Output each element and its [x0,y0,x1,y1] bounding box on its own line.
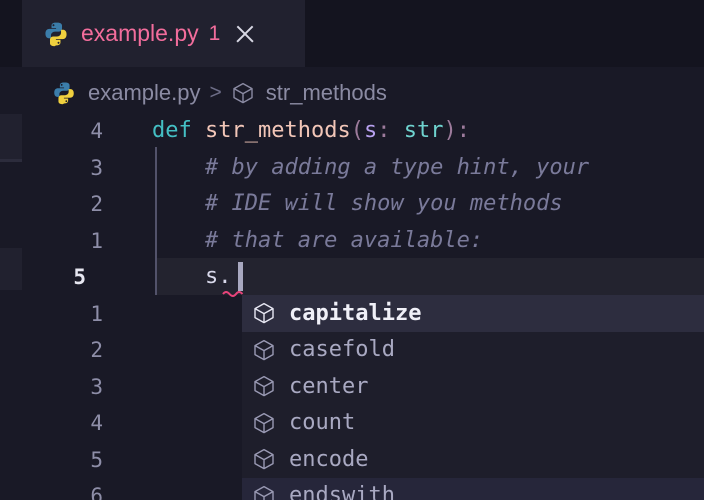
line-number: 2 [90,192,103,216]
breadcrumb: example.py > str_methods [52,76,387,110]
autocomplete-item[interactable]: count [242,405,704,442]
code-token: ( [350,118,364,143]
autocomplete-item[interactable]: center [242,368,704,405]
autocomplete-item[interactable]: casefold [242,332,704,369]
autocomplete-item[interactable]: capitalize [242,295,704,332]
code-text: # that are available: [152,223,483,260]
text-cursor [238,262,243,291]
autocomplete-item-label: center [289,373,369,399]
line-number: 3 [90,374,103,399]
code-token: def [152,118,192,143]
close-icon[interactable] [234,23,256,45]
autocomplete-item-label: endswith [289,483,395,500]
cube-icon [233,82,253,104]
code-line[interactable]: 3 # by adding a type hint, your [0,150,704,187]
cube-icon [254,412,274,434]
autocomplete-item-label: count [289,410,356,436]
code-token: # by adding a type hint, your [152,154,590,180]
code-text: def str_methods(s: str): [152,113,470,150]
python-icon [45,22,67,46]
line-number: 4 [90,119,103,143]
cube-icon [254,485,274,500]
line-number: 3 [90,155,103,180]
code-token: # IDE will show you methods [152,191,563,216]
autocomplete-item[interactable]: encode [242,441,704,478]
line-number: 1 [90,228,103,253]
breadcrumb-file[interactable]: example.py [88,80,201,106]
tab-problem-count-badge: 1 [208,21,221,45]
cube-icon [254,303,274,324]
code-line[interactable]: 1 # that are available: [0,223,704,260]
editor-tab-bar: example.py 1 [0,0,704,67]
cube-icon [254,339,274,361]
code-line[interactable]: 2 # IDE will show you methods [0,186,704,223]
code-token: s [363,118,378,143]
python-icon [54,82,74,105]
line-number: 1 [90,301,103,326]
code-token: : [377,118,404,143]
code-editor-window: example.py 1 example.py > str_methods 4 d… [0,0,704,500]
code-text: # by adding a type hint, your [152,150,589,187]
cube-icon [254,449,274,470]
code-text: s. [152,259,232,296]
line-number: 2 [90,338,103,362]
code-line[interactable]: 4 def str_methods(s: str): [0,113,704,150]
code-text: # IDE will show you methods [152,186,563,223]
autocomplete-popup[interactable]: capitalize casefold center count encode endsw… [242,295,704,500]
cube-icon [254,376,274,397]
breadcrumb-symbol[interactable]: str_methods [266,80,387,106]
code-line[interactable]: 5 s. [0,259,704,296]
autocomplete-item-label: casefold [289,337,395,363]
line-number-current: 5 [73,265,86,289]
line-number: 4 [90,411,103,435]
tab-example-py[interactable]: example.py 1 [22,0,305,67]
line-number: 5 [90,447,103,472]
autocomplete-item[interactable]: endswith [242,477,704,500]
autocomplete-item-label: encode [289,446,369,472]
code-token: str [403,118,444,143]
code-token: # that are available: [152,227,484,253]
chevron-right-icon: > [209,81,222,104]
autocomplete-item-label: capitalize [289,300,422,326]
error-squiggle-icon [222,291,244,297]
tab-filename-label: example.py [81,20,199,46]
code-token: str_methods [205,118,351,143]
code-token: s. [152,264,232,289]
code-token: ): [443,118,470,143]
line-number: 6 [90,484,103,500]
